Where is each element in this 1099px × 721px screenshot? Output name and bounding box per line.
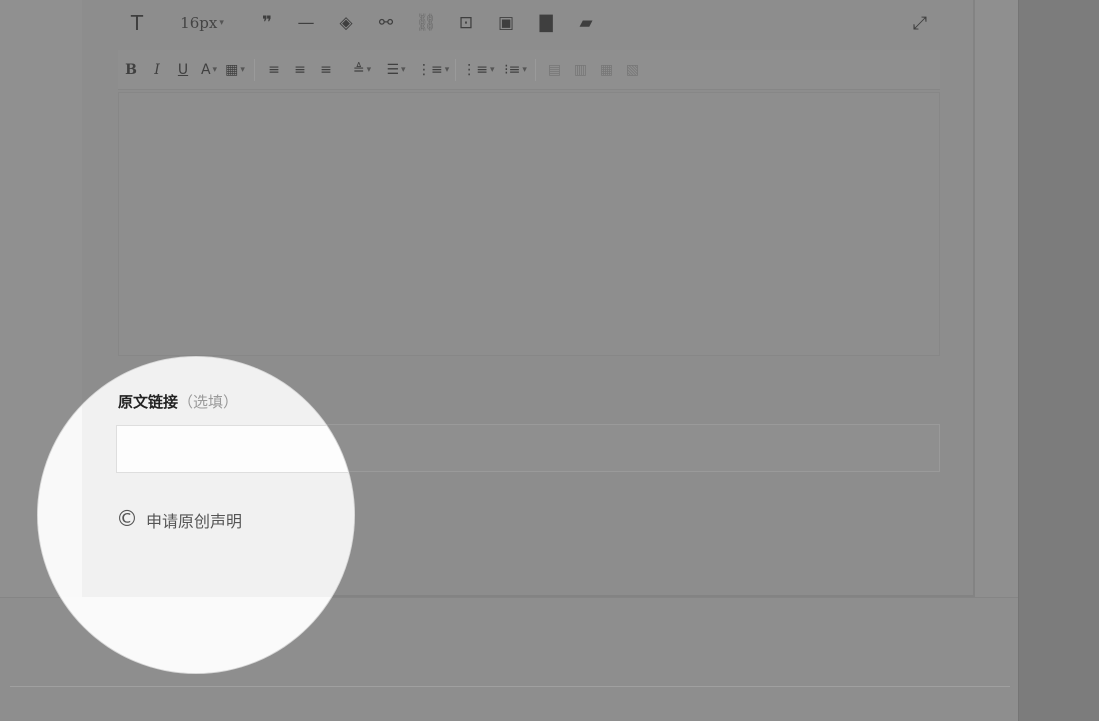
line-height-icon: ☰	[386, 61, 400, 78]
unordered-list-icon: ⁝≡	[504, 61, 521, 78]
toolbar-divider	[455, 58, 457, 81]
link-icon[interactable]: ⚯	[366, 8, 406, 38]
font-size-value: 16px	[180, 14, 218, 32]
vertical-align-icon: ≜	[352, 61, 365, 78]
chevron-down-icon: ▾	[522, 64, 527, 75]
image-icon[interactable]: ▣	[486, 8, 526, 38]
font-color-button[interactable]: A ▾	[196, 56, 222, 84]
copyright-icon: ©	[116, 507, 138, 532]
ordered-list-button[interactable]: ⋮≡ ▾	[462, 56, 494, 84]
align-center-icon[interactable]: ≡	[287, 56, 313, 84]
background-color-icon: ▦	[225, 61, 239, 78]
chevron-down-icon: ▾	[366, 64, 372, 75]
blockquote-icon[interactable]: ❞	[248, 8, 286, 38]
toolbar-divider	[254, 58, 255, 81]
format-toolbar: B I U A ▾ ▦ ▾ ≡ ≡ ≡ ≜ ▾ ☰ ▾ ⋮≡ ▾ ⋮≡ ▾ ⁝≡…	[118, 50, 940, 90]
font-color-icon: A	[200, 61, 211, 78]
float-right-icon[interactable]: ▦	[594, 56, 620, 84]
chevron-down-icon: ▾	[401, 64, 406, 75]
chart-icon[interactable]: ▇	[526, 8, 566, 38]
float-none-icon[interactable]: ▧	[620, 56, 646, 84]
source-link-label: 原文链接（选填）	[118, 391, 238, 412]
editor-content-area[interactable]	[118, 92, 940, 356]
page-right-rail	[1018, 0, 1099, 721]
source-link-input[interactable]	[116, 425, 354, 473]
chevron-down-icon: ▾	[212, 64, 218, 75]
indent-icon: ⋮≡	[417, 61, 443, 78]
fullscreen-icon[interactable]: ⤢	[900, 8, 940, 38]
underline-button[interactable]: U	[170, 56, 196, 84]
horizontal-rule-icon[interactable]: —	[286, 8, 326, 38]
float-left-icon[interactable]: ▤	[542, 56, 568, 84]
chevron-down-icon: ▾	[219, 18, 224, 28]
unlink-icon[interactable]: ⛓	[406, 8, 446, 38]
toolbar-divider	[534, 58, 536, 81]
bold-button[interactable]: B	[118, 56, 144, 84]
unordered-list-button[interactable]: ⁝≡ ▾	[503, 56, 529, 84]
declare-original-link[interactable]: © 申请原创声明	[116, 508, 242, 532]
italic-button[interactable]: I	[144, 56, 170, 84]
lens-gutter	[38, 357, 82, 597]
chevron-down-icon: ▾	[240, 64, 245, 75]
align-right-icon[interactable]: ≡	[313, 56, 339, 84]
video-icon[interactable]: ⊡	[446, 8, 486, 38]
eraser-icon[interactable]: ◈	[326, 8, 366, 38]
optional-hint: （选填）	[178, 393, 239, 411]
float-center-icon[interactable]: ▥	[568, 56, 594, 84]
magnifier-highlight: 原文链接（选填） © 申请原创声明	[38, 357, 354, 673]
chevron-down-icon: ▾	[490, 64, 495, 75]
ordered-list-icon: ⋮≡	[462, 61, 488, 78]
lens-footer	[38, 597, 354, 673]
vertical-align-button[interactable]: ≜ ▾	[349, 56, 375, 84]
source-link-label-text: 原文链接	[118, 393, 179, 411]
editor-toolbar: T 16px ▾ ❞ — ◈ ⚯ ⛓ ⊡ ▣ ▇ ▰ ⤢	[118, 0, 940, 46]
chevron-down-icon: ▾	[444, 64, 450, 75]
align-left-icon[interactable]: ≡	[261, 56, 287, 84]
declare-original-label: 申请原创声明	[146, 512, 243, 531]
text-style-icon[interactable]: T	[118, 8, 156, 38]
line-height-button[interactable]: ☰ ▾	[383, 56, 409, 84]
footer-divider	[10, 686, 1010, 687]
font-size-select[interactable]: 16px ▾	[156, 8, 248, 38]
background-color-button[interactable]: ▦ ▾	[222, 56, 248, 84]
page-right-strip	[975, 0, 1018, 600]
indent-button[interactable]: ⋮≡ ▾	[417, 56, 449, 84]
audio-icon[interactable]: ▰	[566, 8, 606, 38]
